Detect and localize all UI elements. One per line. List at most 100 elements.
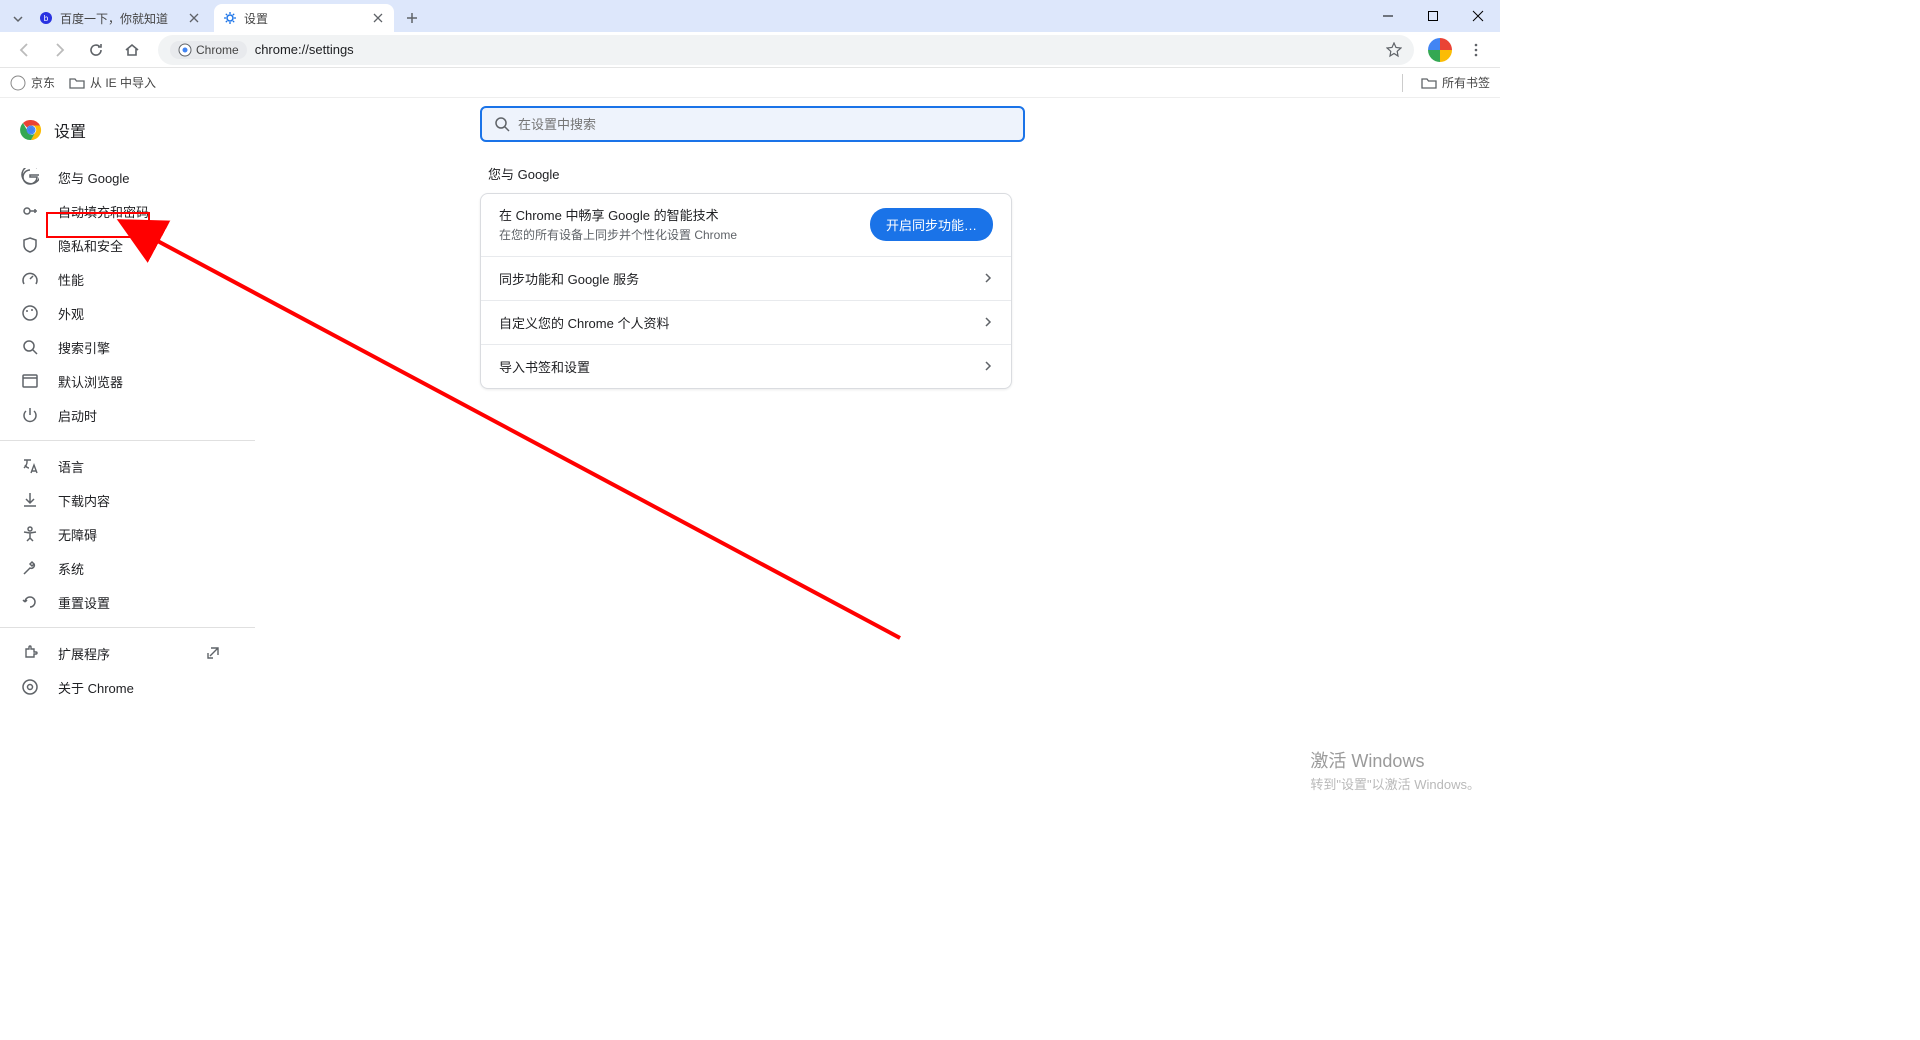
search-icon: [20, 337, 40, 357]
turn-on-sync-button[interactable]: 开启同步功能…: [870, 208, 993, 241]
toolbar: Chrome chrome://settings: [0, 32, 1500, 68]
tab-baidu[interactable]: b 百度一下，你就知道: [30, 4, 210, 32]
menu-button[interactable]: [1460, 34, 1492, 66]
shield-icon: [20, 235, 40, 255]
back-button[interactable]: [8, 34, 40, 66]
maximize-button[interactable]: [1410, 0, 1455, 32]
bookmark-ie-import[interactable]: 从 IE 中导入: [69, 74, 156, 91]
tab-title: 百度一下，你就知道: [60, 10, 180, 27]
settings-search-input[interactable]: [518, 117, 1011, 132]
url-text: chrome://settings: [255, 42, 1378, 57]
palette-icon: [20, 303, 40, 323]
nav-label: 您与 Google: [58, 168, 130, 187]
nav-label: 下载内容: [58, 491, 110, 510]
row-label: 自定义您的 Chrome 个人资料: [499, 313, 669, 332]
jd-icon: [10, 75, 26, 91]
nav-autofill[interactable]: 自动填充和密码: [0, 194, 243, 228]
nav-on-startup[interactable]: 启动时: [0, 398, 243, 432]
nav-label: 语言: [58, 457, 84, 476]
nav-performance[interactable]: 性能: [0, 262, 243, 296]
key-icon: [20, 201, 40, 221]
settings-favicon-icon: [222, 10, 238, 26]
close-window-button[interactable]: [1455, 0, 1500, 32]
browser-icon: [20, 371, 40, 391]
bookmarks-bar: 京东 从 IE 中导入 所有书签: [0, 68, 1500, 98]
tab-close-button[interactable]: [370, 10, 386, 26]
chevron-right-icon: [983, 317, 993, 327]
baidu-favicon-icon: b: [38, 10, 54, 26]
chevron-right-icon: [983, 273, 993, 283]
nav-label: 默认浏览器: [58, 372, 123, 391]
chevron-right-icon: [983, 361, 993, 371]
bookmark-jd[interactable]: 京东: [10, 74, 55, 91]
nav-downloads[interactable]: 下载内容: [0, 483, 243, 517]
new-tab-button[interactable]: [398, 4, 426, 32]
tab-settings[interactable]: 设置: [214, 4, 394, 32]
nav-accessibility[interactable]: 无障碍: [0, 517, 243, 551]
customize-profile-row[interactable]: 自定义您的 Chrome 个人资料: [481, 300, 1011, 344]
divider: [1402, 74, 1403, 92]
nav-system[interactable]: 系统: [0, 551, 243, 585]
window-controls: [1365, 0, 1500, 32]
folder-icon: [69, 75, 85, 91]
chrome-logo-icon: [20, 119, 42, 141]
import-bookmarks-row[interactable]: 导入书签和设置: [481, 344, 1011, 388]
nav-label: 性能: [58, 270, 84, 289]
windows-activation-watermark: 激活 Windows 转到"设置"以激活 Windows。: [1310, 748, 1480, 795]
nav-reset[interactable]: 重置设置: [0, 585, 243, 619]
nav-label: 自动填充和密码: [58, 202, 149, 221]
search-icon: [494, 116, 510, 132]
tab-title: 设置: [244, 10, 364, 27]
settings-page: 设置 您与 Google 自动填充和密码 隐私和安全 性能 外观 搜索引擎 默认…: [0, 98, 1500, 812]
row-label: 同步功能和 Google 服务: [499, 269, 639, 288]
divider: [0, 440, 255, 441]
nav-about-chrome[interactable]: 关于 Chrome: [0, 670, 243, 704]
nav-default-browser[interactable]: 默认浏览器: [0, 364, 243, 398]
translate-icon: [20, 456, 40, 476]
row-label: 导入书签和设置: [499, 357, 590, 376]
reload-button[interactable]: [80, 34, 112, 66]
settings-title: 设置: [54, 118, 86, 142]
bookmark-label: 京东: [31, 74, 55, 91]
nav-privacy[interactable]: 隐私和安全: [0, 228, 243, 262]
reset-icon: [20, 592, 40, 612]
wrench-icon: [20, 558, 40, 578]
folder-icon: [1421, 75, 1437, 91]
nav-label: 无障碍: [58, 525, 97, 544]
bookmark-label: 所有书签: [1442, 74, 1490, 91]
site-info-chip[interactable]: Chrome: [170, 41, 247, 59]
profile-avatar[interactable]: [1428, 38, 1452, 62]
all-bookmarks-button[interactable]: 所有书签: [1421, 74, 1490, 91]
sync-promo-line1: 在 Chrome 中畅享 Google 的智能技术: [499, 206, 737, 226]
nav-extensions[interactable]: 扩展程序: [0, 636, 243, 670]
chrome-icon: [178, 43, 192, 57]
nav-label: 搜索引擎: [58, 338, 110, 357]
google-g-icon: [20, 167, 40, 187]
nav-you-and-google[interactable]: 您与 Google: [0, 160, 243, 194]
address-bar[interactable]: Chrome chrome://settings: [158, 35, 1414, 65]
divider: [0, 627, 255, 628]
sync-services-row[interactable]: 同步功能和 Google 服务: [481, 256, 1011, 300]
nav-languages[interactable]: 语言: [0, 449, 243, 483]
home-button[interactable]: [116, 34, 148, 66]
nav-search-engine[interactable]: 搜索引擎: [0, 330, 243, 364]
settings-main: 您与 Google 在 Chrome 中畅享 Google 的智能技术 在您的所…: [255, 98, 1500, 812]
watermark-subtitle: 转到"设置"以激活 Windows。: [1310, 775, 1480, 795]
bookmark-star-icon[interactable]: [1386, 42, 1402, 58]
forward-button[interactable]: [44, 34, 76, 66]
tabs-dropdown[interactable]: [6, 6, 30, 32]
tab-close-button[interactable]: [186, 10, 202, 26]
you-and-google-card: 在 Chrome 中畅享 Google 的智能技术 在您的所有设备上同步并个性化…: [480, 193, 1012, 389]
power-icon: [20, 405, 40, 425]
download-icon: [20, 490, 40, 510]
sync-promo-row: 在 Chrome 中畅享 Google 的智能技术 在您的所有设备上同步并个性化…: [481, 194, 1011, 256]
nav-appearance[interactable]: 外观: [0, 296, 243, 330]
external-link-icon: [203, 643, 223, 663]
nav-label: 关于 Chrome: [58, 678, 134, 697]
nav-label: 隐私和安全: [58, 236, 123, 255]
site-info-label: Chrome: [196, 43, 239, 57]
nav-label: 扩展程序: [58, 644, 110, 663]
minimize-button[interactable]: [1365, 0, 1410, 32]
settings-search[interactable]: [480, 106, 1025, 142]
svg-text:b: b: [44, 14, 49, 23]
